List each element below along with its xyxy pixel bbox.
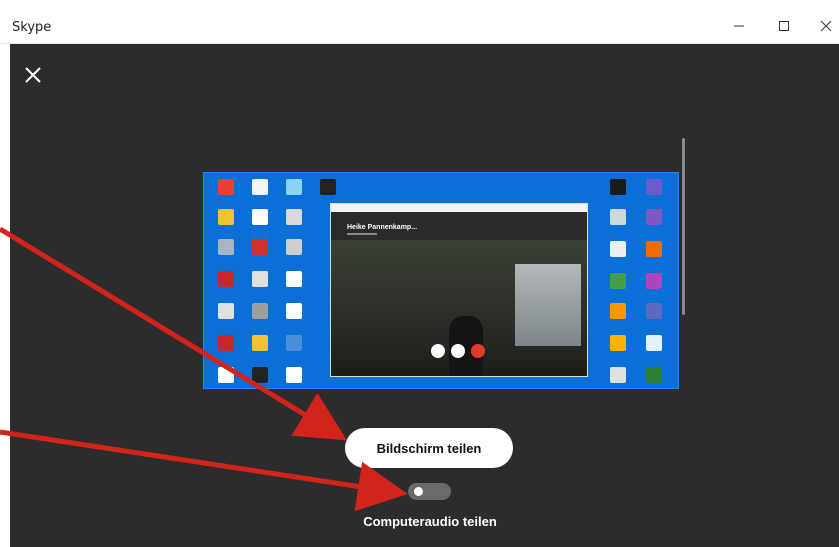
app-icon: [610, 303, 626, 319]
share-audio-label: Computeraudio teilen: [363, 514, 497, 529]
toggle-knob: [414, 487, 423, 496]
close-icon: [820, 20, 832, 32]
app-icon: [286, 335, 302, 351]
preview-call-window: Heike Pannenkamp...: [330, 203, 588, 377]
camera-icon: [451, 344, 465, 358]
app-icon: [610, 179, 626, 195]
preview-call-status: [347, 233, 377, 235]
minimize-icon: [734, 25, 744, 27]
window-title: Skype: [12, 20, 52, 35]
app-icon: [610, 273, 626, 289]
app-icon: [610, 335, 626, 351]
app-icon: [286, 303, 302, 319]
app-icon: [646, 273, 662, 289]
app-icon: [646, 367, 662, 383]
share-audio-toggle[interactable]: [408, 483, 451, 500]
app-icon: [286, 239, 302, 255]
skype-window: Skype Heike Pannenkamp... Bildschirm tei…: [0, 0, 839, 547]
app-icon: [320, 179, 336, 195]
folder-icon: [218, 209, 234, 225]
preview-caller-name: Heike Pannenkamp...: [347, 224, 418, 231]
app-icon: [646, 303, 662, 319]
window-left-edge: [0, 44, 10, 547]
app-icon: [286, 179, 302, 195]
app-icon: [218, 303, 234, 319]
app-icon: [646, 241, 662, 257]
app-icon: [610, 367, 626, 383]
app-icon: [218, 367, 234, 383]
app-icon: [646, 179, 662, 195]
preview-call-titlebar: [331, 204, 587, 212]
app-icon: [646, 335, 662, 351]
close-icon: [25, 67, 41, 83]
preview-scrollbar[interactable]: [682, 138, 685, 315]
minimize-button[interactable]: [719, 11, 759, 41]
title-bar: Skype: [0, 0, 839, 44]
document-icon: [252, 209, 268, 225]
app-icon: [286, 271, 302, 287]
app-icon: [286, 209, 302, 225]
app-icon: [610, 209, 626, 225]
app-icon: [252, 271, 268, 287]
app-icon: [646, 209, 662, 225]
app-icon: [610, 241, 626, 257]
close-window-button[interactable]: [806, 11, 839, 41]
screen-preview: Heike Pannenkamp...: [203, 172, 679, 389]
app-icon: [286, 367, 302, 383]
document-icon: [252, 179, 268, 195]
share-screen-button[interactable]: Bildschirm teilen: [345, 428, 513, 468]
app-icon: [218, 271, 234, 287]
filezilla-icon: [218, 335, 234, 351]
maximize-icon: [779, 21, 789, 31]
app-icon: [252, 367, 268, 383]
close-share-panel-button[interactable]: [22, 64, 44, 86]
chrome-icon: [218, 179, 234, 195]
recycle-bin-icon: [218, 239, 234, 255]
mic-icon: [431, 344, 445, 358]
maximize-button[interactable]: [764, 11, 804, 41]
app-icon: [252, 303, 268, 319]
pdf-icon: [252, 239, 268, 255]
end-call-icon: [471, 344, 485, 358]
preview-video-window: [515, 264, 581, 346]
app-icon: [252, 335, 268, 351]
